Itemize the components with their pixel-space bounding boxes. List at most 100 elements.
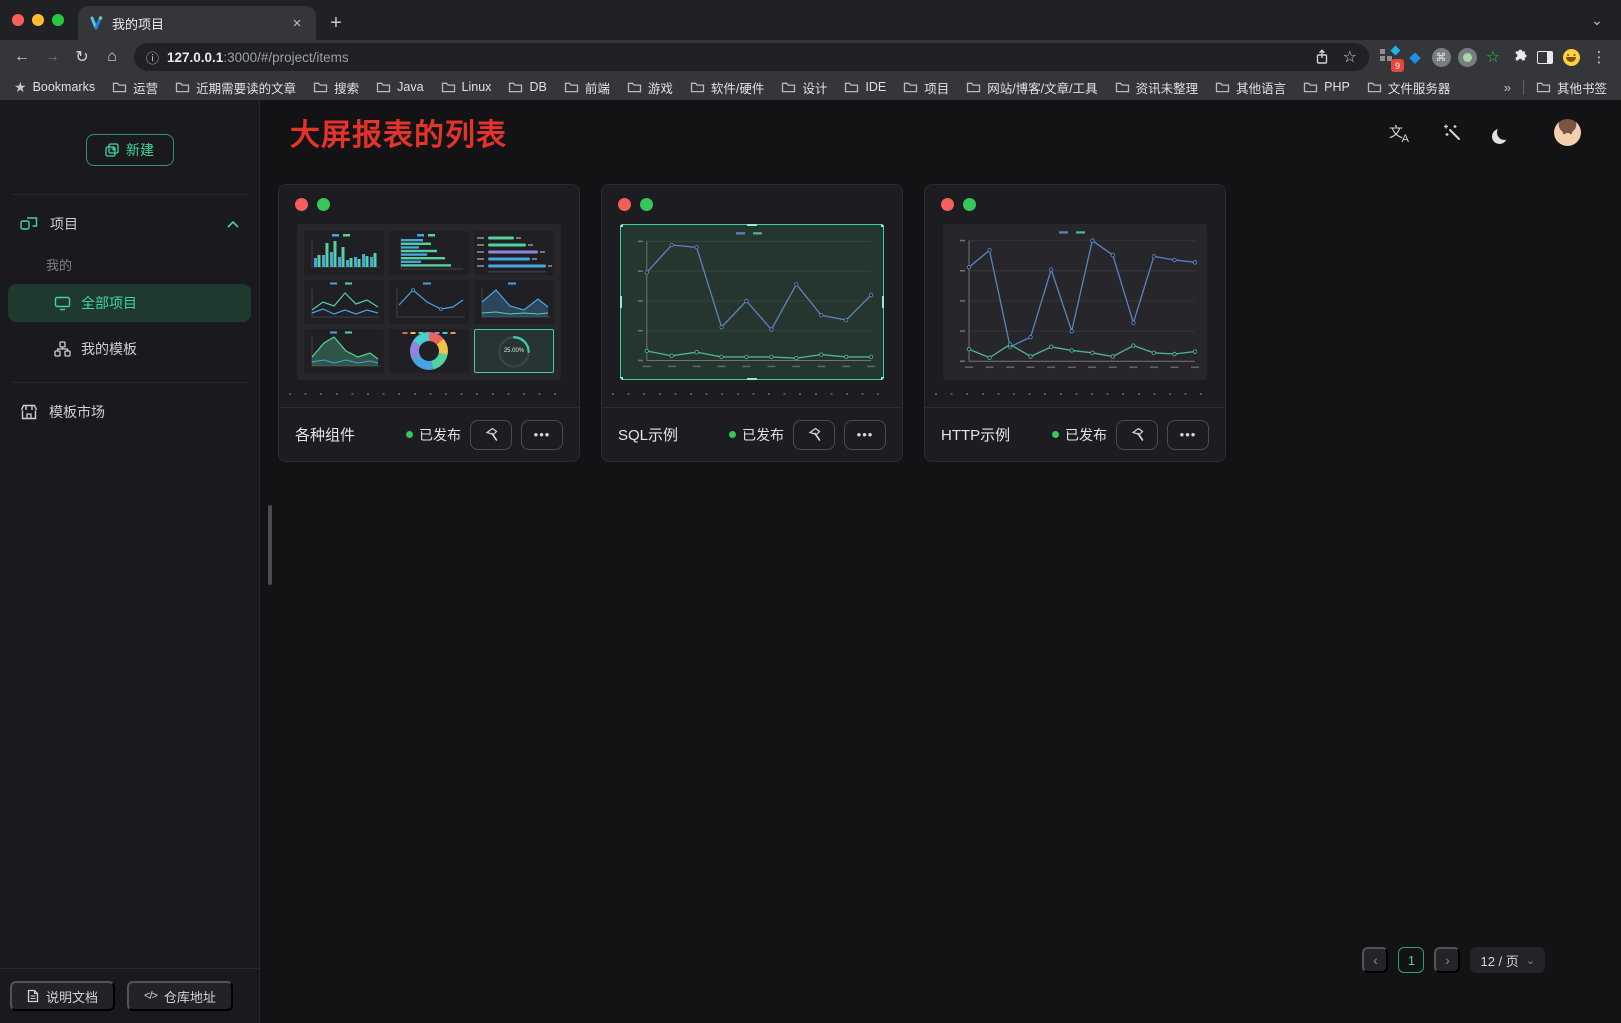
ellipsis-icon: •••	[857, 427, 874, 442]
home-icon[interactable]: ⌂	[98, 43, 126, 71]
maximize-window-button[interactable]	[52, 14, 64, 26]
more-options-button[interactable]: •••	[844, 420, 886, 450]
language-icon[interactable]: 文A	[1385, 122, 1407, 142]
dark-mode-moon-icon[interactable]	[1497, 125, 1518, 140]
hammer-icon	[807, 427, 822, 442]
bookmark-folder[interactable]: 近期需要读的文章	[175, 78, 296, 97]
chevron-left-icon: ‹	[1373, 952, 1378, 968]
wappalyzer-extension-icon[interactable]: 9	[1377, 45, 1401, 69]
project-preview[interactable]: 25.00%	[297, 224, 561, 380]
recorder-extension-icon[interactable]	[1455, 45, 1479, 69]
chevron-up-icon[interactable]	[227, 221, 239, 228]
gem-extension-icon[interactable]: ◆	[1403, 45, 1427, 69]
ellipsis-icon: •••	[1180, 427, 1197, 442]
folder-icon	[1367, 81, 1382, 93]
pagination: ‹ 1 › 12 / 页 ⌄	[1362, 947, 1545, 973]
bookmark-folder[interactable]: 搜索	[313, 78, 359, 97]
red-dot	[941, 198, 954, 211]
project-preview[interactable]	[943, 224, 1207, 380]
sidebar-item-all-projects[interactable]: 全部项目	[8, 284, 251, 322]
extensions-puzzle-icon[interactable]	[1507, 45, 1531, 69]
reload-icon[interactable]: ↻	[68, 43, 96, 71]
docs-button[interactable]: 说明文档	[10, 981, 115, 1011]
side-panel-icon[interactable]	[1533, 45, 1557, 69]
url-bar[interactable]: ⓘ 127.0.0.1:3000/#/project/items ☆	[134, 43, 1369, 71]
emoji-extension-icon[interactable]	[1559, 45, 1583, 69]
bookmark-folder[interactable]: 网站/博客/文章/工具	[966, 78, 1097, 97]
repo-button-label: 仓库地址	[164, 987, 216, 1006]
status-label: 已发布	[1065, 425, 1107, 445]
magic-wand-icon[interactable]	[1443, 123, 1461, 141]
bookmark-folder[interactable]: Java	[376, 78, 423, 97]
minimize-window-button[interactable]	[32, 14, 44, 26]
page-size-select[interactable]: 12 / 页 ⌄	[1470, 947, 1545, 973]
back-icon[interactable]: ←	[8, 43, 36, 71]
scrollbar-thumb[interactable]	[268, 505, 272, 585]
star-extension-icon[interactable]: ☆	[1481, 45, 1505, 69]
other-bookmarks[interactable]: 其他书签	[1536, 78, 1607, 97]
project-preview[interactable]	[620, 224, 884, 380]
browser-tab[interactable]: 我的项目 ×	[78, 6, 316, 40]
copy-plus-icon	[105, 143, 119, 157]
dotted-divider	[935, 393, 1215, 395]
tab-search-icon[interactable]: ⌄	[1585, 8, 1609, 32]
bookmark-star-icon[interactable]: ☆	[1343, 47, 1357, 67]
card-window-dots	[925, 185, 1225, 211]
new-project-button[interactable]: 新建	[86, 134, 174, 166]
close-window-button[interactable]	[12, 14, 24, 26]
status-dot	[729, 431, 736, 438]
user-avatar[interactable]	[1554, 119, 1581, 146]
next-page-button[interactable]: ›	[1434, 947, 1460, 973]
project-card: 25.00% 各种组件 已发布	[278, 184, 580, 462]
bookmarks-overflow-icon[interactable]: »	[1504, 80, 1511, 95]
bookmark-folder[interactable]: DB	[508, 78, 546, 97]
folder-icon	[781, 81, 796, 93]
green-dot	[317, 198, 330, 211]
edit-hammer-button[interactable]	[470, 420, 512, 450]
bookmark-folder[interactable]: Linux	[441, 78, 492, 97]
current-page-button[interactable]: 1	[1398, 947, 1424, 973]
gauge-value: 25.00%	[504, 348, 524, 354]
url-text: 127.0.0.1:3000/#/project/items	[167, 50, 349, 65]
goview-favicon	[88, 15, 104, 31]
bookmark-folder[interactable]: PHP	[1303, 78, 1350, 97]
command-extension-icon[interactable]: ⌘	[1429, 45, 1453, 69]
window-controls	[0, 0, 78, 40]
bookmarks-root[interactable]: ★ Bookmarks	[14, 79, 95, 96]
browser-menu-icon[interactable]: ⋮	[1585, 43, 1613, 71]
new-tab-button[interactable]: +	[322, 9, 350, 37]
bookmark-folder[interactable]: 设计	[781, 78, 827, 97]
share-icon[interactable]	[1315, 49, 1329, 65]
dotted-divider	[612, 393, 892, 395]
bookmark-folder[interactable]: IDE	[844, 78, 886, 97]
sidebar-item-my-templates[interactable]: 我的模板	[8, 330, 251, 368]
bookmark-folder[interactable]: 项目	[903, 78, 949, 97]
bookmark-folder[interactable]: 游戏	[627, 78, 673, 97]
site-info-icon[interactable]: ⓘ	[146, 48, 159, 67]
donut-ring	[410, 332, 448, 370]
sidebar-item-template-market[interactable]: 模板市场	[0, 389, 259, 435]
folder-icon	[627, 81, 642, 93]
bookmark-folder[interactable]: 资讯未整理	[1115, 78, 1199, 97]
tab-close-icon[interactable]: ×	[288, 14, 306, 32]
red-dot	[295, 198, 308, 211]
bookmark-folder[interactable]: 软件/硬件	[690, 78, 764, 97]
edit-hammer-button[interactable]	[793, 420, 835, 450]
more-options-button[interactable]: •••	[521, 420, 563, 450]
edit-hammer-button[interactable]	[1116, 420, 1158, 450]
bookmark-folder[interactable]: 运营	[112, 78, 158, 97]
main-content: 大屏报表的列表 文A	[260, 100, 1621, 1023]
project-card-list: 25.00% 各种组件 已发布	[260, 164, 1621, 462]
bookmark-folder[interactable]: 其他语言	[1215, 78, 1286, 97]
sidebar-section-project[interactable]: 项目	[0, 201, 259, 247]
card-footer: SQL示例 已发布 •••	[602, 407, 902, 461]
prev-page-button[interactable]: ‹	[1362, 947, 1388, 973]
repo-button[interactable]: </> 仓库地址	[127, 981, 233, 1011]
bookmark-folder[interactable]: 前端	[564, 78, 610, 97]
bookmark-folder[interactable]: 文件服务器	[1367, 78, 1451, 97]
status-dot	[406, 431, 413, 438]
forward-icon[interactable]: →	[38, 43, 66, 71]
bookmarks-bar: ★ Bookmarks 运营近期需要读的文章搜索 Java Linux DB 前端游戏软…	[0, 74, 1621, 100]
folder-icon	[508, 81, 523, 93]
more-options-button[interactable]: •••	[1167, 420, 1209, 450]
